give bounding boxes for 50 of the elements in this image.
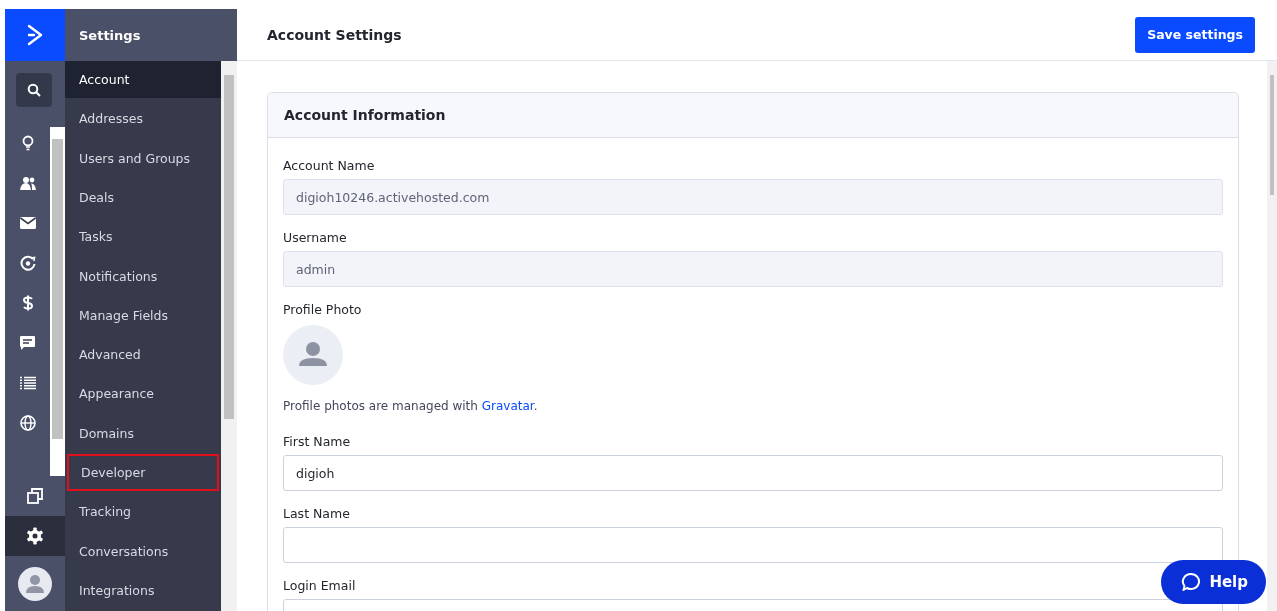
search-button[interactable] bbox=[15, 73, 52, 107]
chevron-logo-icon bbox=[26, 24, 44, 46]
sidebar-item[interactable]: Deals bbox=[65, 178, 221, 217]
people-icon bbox=[19, 176, 36, 190]
page-title: Account Settings bbox=[267, 26, 402, 43]
settings-icon bbox=[26, 527, 44, 545]
chat-bubble-icon bbox=[1181, 572, 1202, 592]
lightbulb-icon bbox=[21, 135, 34, 151]
sidebar-item[interactable]: Addresses bbox=[65, 100, 221, 138]
sidebar-item[interactable]: Account bbox=[65, 61, 221, 99]
sidebar-item[interactable]: Conversations bbox=[65, 532, 221, 570]
sidebar-item[interactable]: Tasks bbox=[65, 218, 221, 256]
field-label: Account Name bbox=[283, 158, 375, 173]
copy-icon bbox=[27, 488, 43, 504]
avatar-placeholder bbox=[283, 325, 343, 385]
envelope-icon bbox=[19, 217, 36, 229]
sidebar-item[interactable]: Developer bbox=[67, 453, 219, 492]
sidebar-item[interactable]: Tracking bbox=[65, 493, 221, 531]
field-label: First Name bbox=[283, 434, 351, 449]
scrollbar-thumb[interactable] bbox=[1270, 75, 1274, 195]
user-avatar[interactable] bbox=[18, 566, 52, 601]
sidebar-item[interactable]: Notifications bbox=[65, 257, 221, 295]
scrollbar-thumb[interactable] bbox=[52, 139, 63, 439]
cycle-icon bbox=[19, 255, 36, 271]
save-button[interactable]: Save settings bbox=[1135, 16, 1255, 53]
scrollbar-thumb[interactable] bbox=[224, 75, 234, 419]
help-button[interactable]: Help bbox=[1161, 560, 1266, 604]
sidebar-item[interactable]: Integrations bbox=[65, 571, 221, 609]
sidebar-item[interactable]: Domains bbox=[65, 414, 221, 452]
field-label: Profile Photo bbox=[283, 302, 362, 317]
field-label: Login Email bbox=[283, 578, 356, 593]
field-label: Last Name bbox=[283, 506, 350, 521]
sidebar-title: Settings bbox=[79, 27, 141, 43]
gravatar-link[interactable]: Gravatar bbox=[481, 399, 534, 413]
input-field[interactable] bbox=[283, 527, 1223, 563]
sidebar-item[interactable]: Users and Groups bbox=[65, 139, 221, 177]
list-icon bbox=[19, 376, 36, 390]
globe-icon bbox=[19, 415, 36, 431]
input-field[interactable]: digioh bbox=[283, 455, 1223, 491]
settings-button[interactable] bbox=[5, 516, 65, 556]
card-title: Account Information bbox=[284, 107, 446, 123]
field-label: Username bbox=[283, 230, 347, 245]
sidebar-item[interactable]: Advanced bbox=[65, 335, 221, 374]
photo-note: Profile photos are managed with Gravatar. bbox=[283, 399, 538, 413]
sidebar-item[interactable]: Manage Fields bbox=[65, 296, 221, 334]
search-icon bbox=[26, 83, 41, 97]
sidebar-item[interactable]: Appearance bbox=[65, 375, 221, 413]
logo-tile[interactable] bbox=[5, 9, 65, 61]
chat-icon bbox=[20, 335, 35, 351]
dollar-icon bbox=[21, 295, 34, 311]
